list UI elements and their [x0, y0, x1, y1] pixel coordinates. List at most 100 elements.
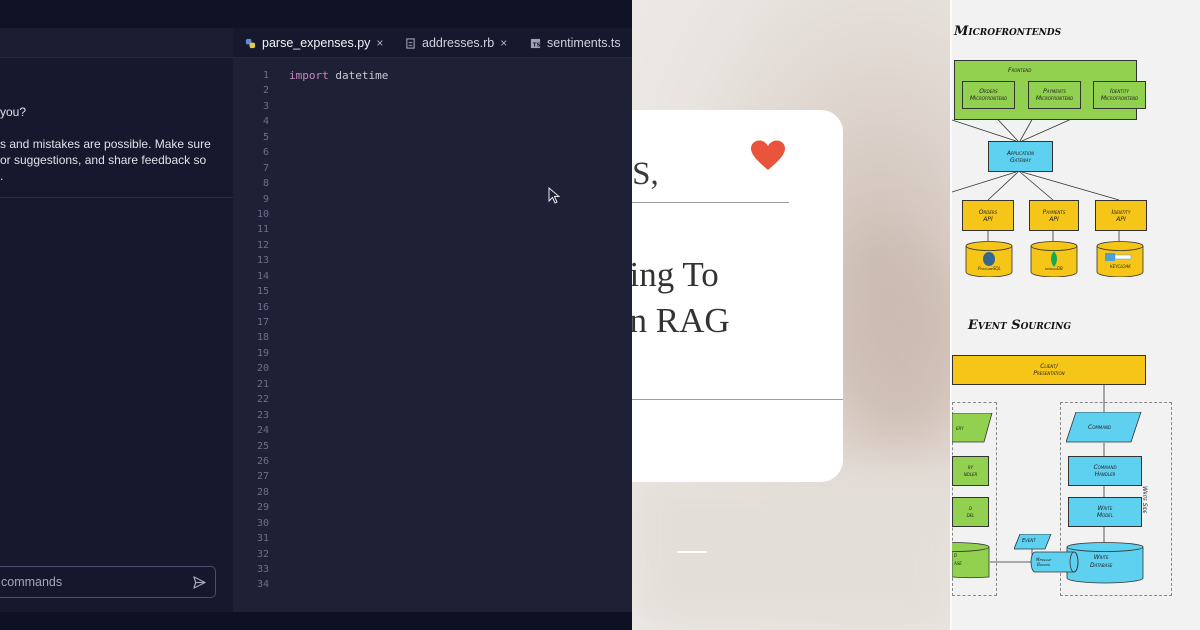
- read-database-label: d ase: [954, 552, 962, 567]
- typescript-icon: TS: [530, 38, 541, 48]
- application-gateway[interactable]: Application Gateway: [988, 141, 1053, 172]
- chat-info-line-3: .: [0, 169, 4, 183]
- write-model[interactable]: Write Model: [1068, 497, 1142, 527]
- line-number: 15: [256, 286, 269, 298]
- line-number: 10: [256, 208, 269, 220]
- line-number: 12: [256, 239, 269, 251]
- frontend-label: Frontend: [1008, 67, 1032, 74]
- query-handler[interactable]: ry ndler: [952, 456, 989, 486]
- mongodb-label: mongoDB: [1045, 266, 1063, 271]
- chat-input[interactable]: commands: [0, 566, 216, 598]
- line-number: 18: [256, 332, 269, 344]
- event-label: Event: [1022, 538, 1036, 544]
- tab-sentiments[interactable]: TS sentiments.ts: [530, 28, 621, 58]
- background-blur: [632, 470, 950, 630]
- line-number: 25: [256, 440, 269, 452]
- tab-label: sentiments.ts: [547, 36, 621, 50]
- line-number: 26: [256, 455, 269, 467]
- write-database-label: Write Database: [1090, 554, 1113, 569]
- card-body-line-1: ying To: [632, 255, 719, 294]
- card-body: ying To vn RAG: [632, 252, 730, 344]
- line-number: 13: [256, 255, 269, 267]
- line-number: 5: [262, 131, 269, 143]
- send-icon[interactable]: [192, 575, 207, 590]
- line-number: 24: [256, 425, 269, 437]
- tab-label: parse_expenses.py: [262, 36, 371, 50]
- chat-input-placeholder: commands: [1, 575, 63, 589]
- background-blur: [832, 250, 950, 450]
- file-icon: [406, 37, 415, 49]
- command-handler[interactable]: Command Handler: [1068, 456, 1142, 486]
- chat-divider: [0, 197, 233, 198]
- message-card: TS, ying To vn RAG u!: [632, 110, 843, 482]
- line-number: 8: [262, 178, 269, 190]
- tab-bar: parse_expenses.py × addresses.rb × TS se…: [233, 28, 632, 58]
- payments-api[interactable]: Payments API: [1029, 200, 1079, 231]
- editor-window: you? s and mistakes are possible. Make s…: [0, 0, 632, 630]
- line-number: 30: [256, 517, 269, 529]
- write-side-label: Write Side: [1141, 486, 1148, 514]
- line-number: 17: [256, 317, 269, 328]
- card-divider: [632, 399, 843, 400]
- keycloak-label: KEYCLOAK: [1110, 264, 1131, 269]
- card-divider: [632, 202, 789, 203]
- line-number: 7: [262, 162, 269, 174]
- heart-icon[interactable]: [750, 140, 786, 172]
- line-number: 19: [256, 347, 269, 359]
- query-label: ery: [956, 425, 964, 432]
- title-bar: [0, 0, 632, 28]
- line-number: 31: [256, 533, 269, 545]
- line-number: 21: [256, 378, 269, 390]
- card-body-line-2: vn RAG: [632, 301, 730, 340]
- close-icon[interactable]: ×: [376, 36, 383, 50]
- line-number: 16: [256, 301, 269, 313]
- line-number: 6: [262, 147, 269, 159]
- tab-parse-expenses[interactable]: parse_expenses.py ×: [245, 28, 383, 58]
- read-model[interactable]: d del: [952, 497, 989, 527]
- python-icon: [245, 38, 256, 48]
- architecture-diagram: Microfrontends Frontend Orders Microfron…: [950, 0, 1200, 630]
- line-number: 33: [256, 564, 269, 575]
- identity-api[interactable]: Identity API: [1095, 200, 1147, 231]
- line-number: 20: [256, 363, 269, 375]
- line-number: 14: [256, 270, 269, 282]
- keycloak-database-icon: [1096, 241, 1144, 277]
- payments-microfrontend[interactable]: Payments Microfrontend: [1028, 81, 1081, 109]
- story-panel: TS, ying To vn RAG u!: [632, 0, 950, 630]
- message-broker-label: Message Broker: [1036, 557, 1052, 567]
- line-number: 9: [262, 193, 269, 205]
- chat-prompt-text: you?: [0, 105, 27, 119]
- code-line-1[interactable]: import datetime: [289, 68, 388, 83]
- chat-info-line-1: s and mistakes are possible. Make sure: [0, 137, 211, 151]
- chat-info-line-2: or suggestions, and share feedback so: [0, 153, 207, 167]
- orders-api[interactable]: Orders API: [962, 200, 1014, 231]
- code-keyword: import: [289, 69, 329, 82]
- close-icon[interactable]: ×: [500, 36, 507, 50]
- orders-microfrontend[interactable]: Orders Microfrontend: [962, 81, 1015, 109]
- line-number: 28: [256, 486, 269, 498]
- line-number: 11: [256, 224, 269, 236]
- identity-microfrontend[interactable]: Identity Microfrontend: [1093, 81, 1146, 109]
- line-number: 27: [256, 471, 269, 483]
- line-number: 29: [256, 502, 269, 514]
- line-number: 23: [256, 409, 269, 421]
- postgres-database-icon: [965, 241, 1013, 277]
- command-label[interactable]: Command: [1088, 424, 1111, 431]
- client-presentation[interactable]: Client/ Presentation: [952, 355, 1146, 385]
- tab-label: addresses.rb: [422, 36, 495, 50]
- line-number: 4: [262, 116, 269, 128]
- line-number: 34: [256, 579, 269, 591]
- page-indicator[interactable]: [677, 551, 707, 553]
- chat-pane: you? s and mistakes are possible. Make s…: [0, 28, 233, 612]
- status-bar: [0, 612, 632, 630]
- card-footer: u!: [632, 420, 634, 450]
- line-number: 32: [256, 548, 269, 560]
- code-editor[interactable]: 1 2 3 4 5 6 7 8 9 10 11 12 13 14 15 16 17 18 19 20 21 22 23 24 2…: [233, 58, 632, 612]
- line-number: 22: [256, 394, 269, 406]
- postgres-label: PostgreSQL: [978, 266, 1001, 271]
- code-module: datetime: [335, 69, 389, 82]
- mouse-cursor-icon: [548, 187, 560, 204]
- section-title-event-sourcing: Event Sourcing: [968, 318, 1072, 333]
- tab-addresses[interactable]: addresses.rb ×: [405, 28, 507, 58]
- line-number-gutter: 1 2 3 4 5 6 7 8 9 10 11 12 13 14 15 16 17 18 19 20 21 22 23 24 2…: [233, 68, 269, 593]
